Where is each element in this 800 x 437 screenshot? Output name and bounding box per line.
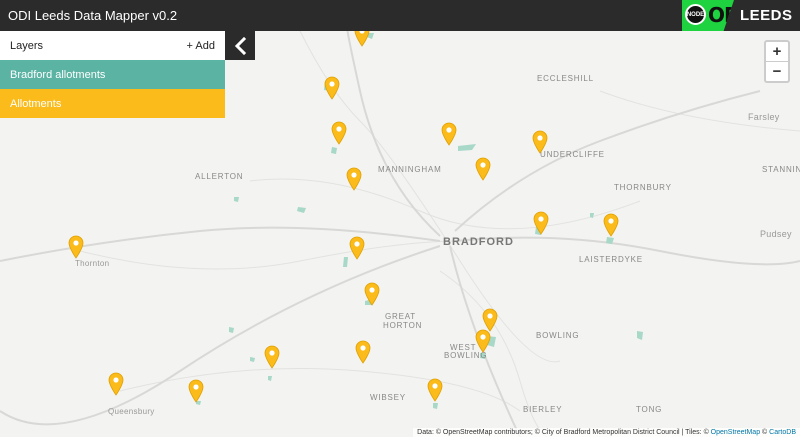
map-label-bierley: BIERLEY bbox=[523, 405, 563, 414]
openstreetmap-link[interactable]: OpenStreetMap bbox=[711, 429, 760, 436]
map-marker-pin-icon[interactable] bbox=[324, 76, 340, 100]
map-label-tong: TONG bbox=[636, 405, 663, 414]
map-label-undercliffe: UNDERCLIFFE bbox=[540, 150, 605, 159]
map-label-wibsey: WIBSEY bbox=[370, 393, 406, 402]
map-marker-pin-icon[interactable] bbox=[475, 329, 491, 353]
add-layer-button[interactable]: + Add bbox=[187, 40, 215, 52]
zoom-control: + − bbox=[764, 40, 790, 83]
map-label-eccleshill: ECCLESHILL bbox=[537, 74, 594, 83]
attribution-text: Data: © OpenStreetMap contributors; © Ci… bbox=[417, 429, 711, 436]
map-label-laisterdyke: LAISTERDYKE bbox=[579, 255, 643, 264]
map-label-stanningley: STANNINGLE bbox=[762, 165, 800, 174]
map-marker-pin-icon[interactable] bbox=[108, 372, 124, 396]
layers-panel: Layers + Add Bradford allotments Allotme… bbox=[0, 31, 225, 118]
map-marker-pin-icon[interactable] bbox=[68, 235, 84, 259]
node-badge: NODE bbox=[685, 4, 706, 25]
map-marker-pin-icon[interactable] bbox=[475, 157, 491, 181]
map-marker-pin-icon[interactable] bbox=[264, 345, 280, 369]
chevron-left-icon bbox=[234, 36, 247, 55]
map-label-pudsey: Pudsey bbox=[760, 229, 792, 239]
app-header: ODI Leeds Data Mapper v0.2 NODE ODI LEED… bbox=[0, 0, 800, 31]
map-marker-pin-icon[interactable] bbox=[533, 211, 549, 235]
attribution-sep: © bbox=[760, 429, 770, 436]
map-marker-pin-icon[interactable] bbox=[603, 213, 619, 237]
layer-label: Bradford allotments bbox=[10, 68, 106, 81]
map-attribution: Data: © OpenStreetMap contributors; © Ci… bbox=[413, 428, 800, 437]
layer-bradford-allotments[interactable]: Bradford allotments bbox=[0, 60, 225, 89]
map-marker-pin-icon[interactable] bbox=[188, 379, 204, 403]
map-label-queensbury: Queensbury bbox=[108, 407, 155, 416]
map-label-allerton: ALLERTON bbox=[195, 172, 244, 181]
odi-leeds-logo[interactable]: NODE ODI LEEDS bbox=[682, 0, 800, 31]
zoom-out-button[interactable]: − bbox=[766, 62, 788, 81]
collapse-panel-button[interactable] bbox=[225, 31, 255, 60]
layer-label: Allotments bbox=[10, 97, 62, 110]
map-marker-pin-icon[interactable] bbox=[427, 378, 443, 402]
layers-header: Layers + Add bbox=[0, 31, 225, 60]
map-label-bowling: BOWLING bbox=[536, 331, 580, 340]
map-label-bradford: BRADFORD bbox=[443, 236, 514, 248]
map-marker-pin-icon[interactable] bbox=[354, 31, 370, 47]
map-marker-pin-icon[interactable] bbox=[364, 282, 380, 306]
odi-logo-block: NODE ODI bbox=[682, 0, 734, 31]
map-label-horton: HORTON bbox=[383, 321, 423, 330]
map-marker-pin-icon[interactable] bbox=[331, 121, 347, 145]
map-marker-pin-icon[interactable] bbox=[346, 167, 362, 191]
app-title: ODI Leeds Data Mapper v0.2 bbox=[8, 8, 178, 23]
leeds-wordmark: LEEDS bbox=[740, 7, 793, 24]
cartodb-link[interactable]: CartoDB bbox=[769, 429, 796, 436]
layers-title: Layers bbox=[10, 39, 44, 52]
map-marker-pin-icon[interactable] bbox=[532, 130, 548, 154]
map-label-thornton: Thornton bbox=[75, 259, 110, 268]
map-label-manningham: MANNINGHAM bbox=[378, 165, 442, 174]
map-label-great: GREAT bbox=[385, 312, 416, 321]
map-label-farsley: Farsley bbox=[748, 112, 780, 122]
layer-allotments[interactable]: Allotments bbox=[0, 89, 225, 118]
map-label-thornbury: THORNBURY bbox=[614, 183, 672, 192]
map-marker-pin-icon[interactable] bbox=[349, 236, 365, 260]
zoom-in-button[interactable]: + bbox=[766, 42, 788, 62]
map-marker-pin-icon[interactable] bbox=[355, 340, 371, 364]
map-marker-pin-icon[interactable] bbox=[441, 122, 457, 146]
